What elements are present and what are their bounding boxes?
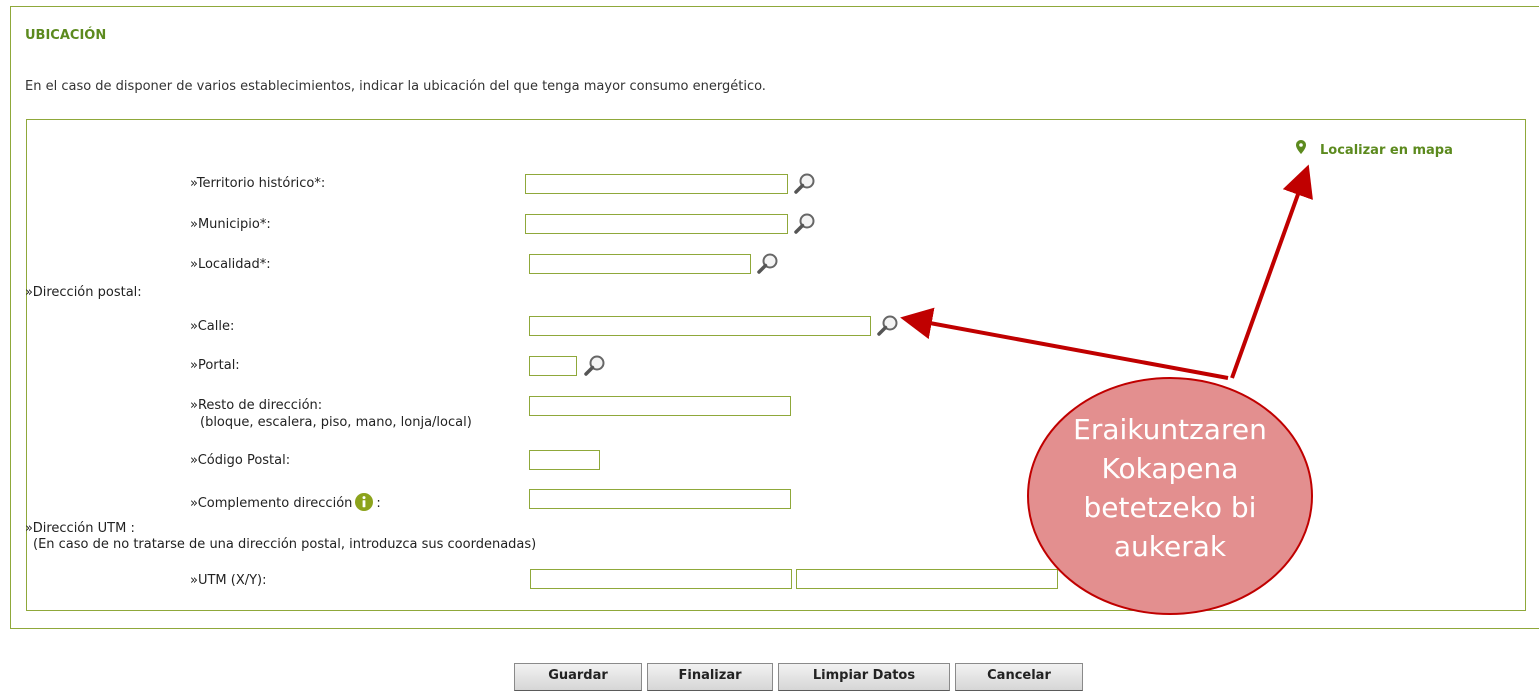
portal-search-icon[interactable] <box>583 354 607 378</box>
complemento-label-row: »Complemento dirección : <box>190 493 381 515</box>
resto-direccion-input[interactable] <box>529 396 791 416</box>
localidad-input[interactable] <box>529 254 751 274</box>
resto-direccion-hint: (bloque, escalera, piso, mano, lonja/loc… <box>200 415 472 430</box>
municipio-label: »Municipio*: <box>190 217 271 232</box>
utm-y-input[interactable] <box>796 569 1058 589</box>
complemento-label: »Complemento dirección <box>190 496 353 511</box>
section-title: UBICACIÓN <box>25 28 107 43</box>
territorio-search-icon[interactable] <box>793 172 817 196</box>
territorio-label: »Territorio histórico*: <box>190 176 326 191</box>
complemento-input[interactable] <box>529 489 791 509</box>
calle-label: »Calle: <box>190 319 235 334</box>
utm-label: »UTM (X/Y): <box>190 573 267 588</box>
localidad-label: »Localidad*: <box>190 257 271 272</box>
localidad-search-icon[interactable] <box>756 252 780 276</box>
portal-input[interactable] <box>529 356 577 376</box>
info-icon[interactable] <box>355 493 374 515</box>
complemento-suffix: : <box>376 496 381 511</box>
direccion-utm-label: »Dirección UTM : <box>25 521 135 536</box>
guardar-button[interactable]: Guardar <box>514 663 642 691</box>
direccion-utm-hint: (En caso de no tratarse de una dirección… <box>33 537 537 552</box>
annotation-text: Eraikuntzaren Kokapena betetzeko bi auke… <box>1073 413 1267 563</box>
localizar-en-mapa-link[interactable]: Localizar en mapa <box>1296 140 1453 158</box>
limpiar-datos-button[interactable]: Limpiar Datos <box>778 663 950 691</box>
cancelar-button[interactable]: Cancelar <box>955 663 1083 691</box>
codigo-postal-input[interactable] <box>529 450 600 470</box>
utm-x-input[interactable] <box>530 569 792 589</box>
map-link-label: Localizar en mapa <box>1320 143 1453 158</box>
codigo-postal-label: »Código Postal: <box>190 453 291 468</box>
calle-search-icon[interactable] <box>876 314 900 338</box>
resto-direccion-label: »Resto de dirección: <box>190 398 323 413</box>
direccion-postal-label: »Dirección postal: <box>25 285 142 300</box>
portal-label: »Portal: <box>190 358 240 373</box>
calle-input[interactable] <box>529 316 871 336</box>
territorio-input[interactable] <box>525 174 788 194</box>
section-intro: En el caso de disponer de varios estable… <box>25 79 766 94</box>
map-pin-icon <box>1296 140 1306 158</box>
municipio-search-icon[interactable] <box>793 212 817 236</box>
municipio-input[interactable] <box>525 214 788 234</box>
finalizar-button[interactable]: Finalizar <box>647 663 773 691</box>
